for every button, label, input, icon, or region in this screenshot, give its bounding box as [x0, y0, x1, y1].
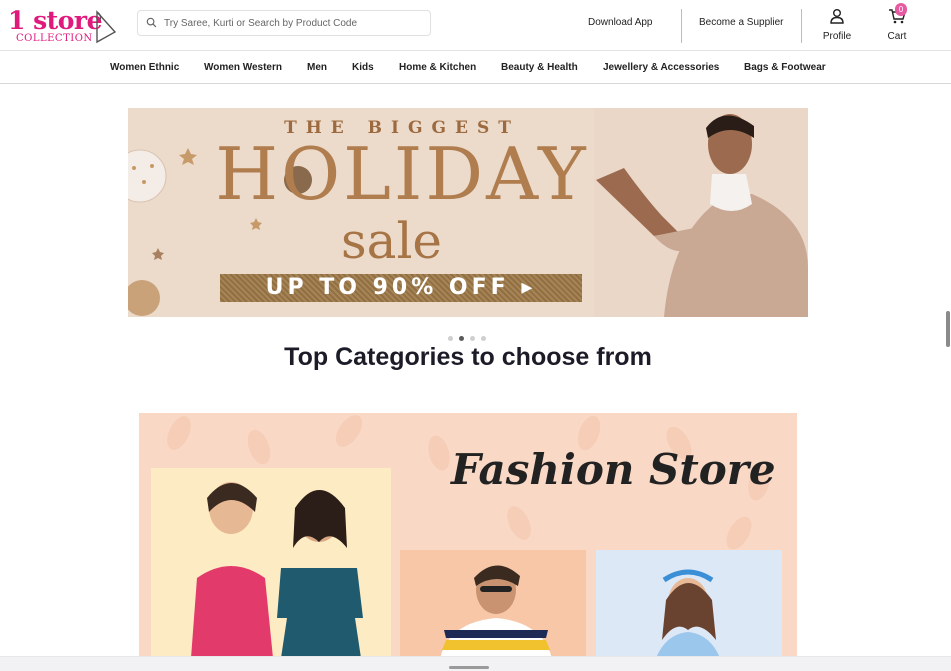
search-box[interactable] [137, 10, 431, 36]
nav-bags-footwear[interactable]: Bags & Footwear [744, 62, 826, 73]
cart-label: Cart [887, 31, 907, 42]
search-input[interactable] [164, 14, 426, 32]
banner-model-image [594, 108, 808, 317]
top-header: 1 store COLLECTION Download App Become a… [0, 0, 951, 51]
women-category-card[interactable] [151, 468, 391, 658]
holiday-sale-banner[interactable]: THE BIGGEST HOLIDAY sale UP TO 90% OFF ▸ [128, 108, 808, 317]
drag-handle[interactable] [449, 666, 489, 669]
logo-subtitle: COLLECTION [16, 33, 93, 44]
men-category-card[interactable] [400, 550, 586, 658]
nav-men[interactable]: Men [307, 62, 327, 73]
banner-sale-text: sale [340, 212, 443, 270]
carousel-dot[interactable] [470, 336, 475, 341]
fashion-store-title: Fashion Store [451, 445, 776, 494]
banner-offer-strip[interactable]: UP TO 90% OFF ▸ [220, 274, 582, 302]
search-icon [146, 17, 157, 28]
header-divider [681, 9, 682, 43]
fashion-store-panel[interactable]: Fashion Store [139, 413, 797, 658]
section-title: Top Categories to choose from [284, 343, 652, 371]
carousel-dot[interactable] [448, 336, 453, 341]
nav-women-ethnic[interactable]: Women Ethnic [110, 62, 179, 73]
women-models-image [151, 468, 391, 658]
category-nav: Women Ethnic Women Western Men Kids Home… [0, 52, 951, 84]
header-divider [801, 9, 802, 43]
carousel-dot[interactable] [481, 336, 486, 341]
hanger-icon [96, 10, 117, 44]
nav-women-western[interactable]: Women Western [204, 62, 282, 73]
profile-label: Profile [822, 31, 852, 42]
download-app-link[interactable]: Download App [588, 17, 653, 28]
cart-count-badge: 0 [895, 3, 907, 16]
nav-beauty-health[interactable]: Beauty & Health [501, 62, 578, 73]
men-model-image [400, 550, 586, 658]
nav-kids[interactable]: Kids [352, 62, 374, 73]
nav-home-kitchen[interactable]: Home & Kitchen [399, 62, 476, 73]
scrollbar-thumb[interactable] [946, 311, 950, 347]
kids-category-card[interactable] [596, 550, 782, 658]
become-supplier-link[interactable]: Become a Supplier [699, 17, 784, 28]
cart-button[interactable]: 0 Cart [885, 3, 909, 42]
carousel-dot-active[interactable] [459, 336, 464, 341]
kids-model-image [596, 550, 782, 658]
nav-jewellery-accessories[interactable]: Jewellery & Accessories [603, 62, 719, 73]
logo-wordmark: 1 store [8, 6, 102, 35]
site-logo[interactable]: 1 store COLLECTION [8, 6, 120, 46]
bottom-bar [0, 656, 951, 671]
user-icon [830, 9, 844, 24]
profile-button[interactable]: Profile [821, 8, 853, 42]
